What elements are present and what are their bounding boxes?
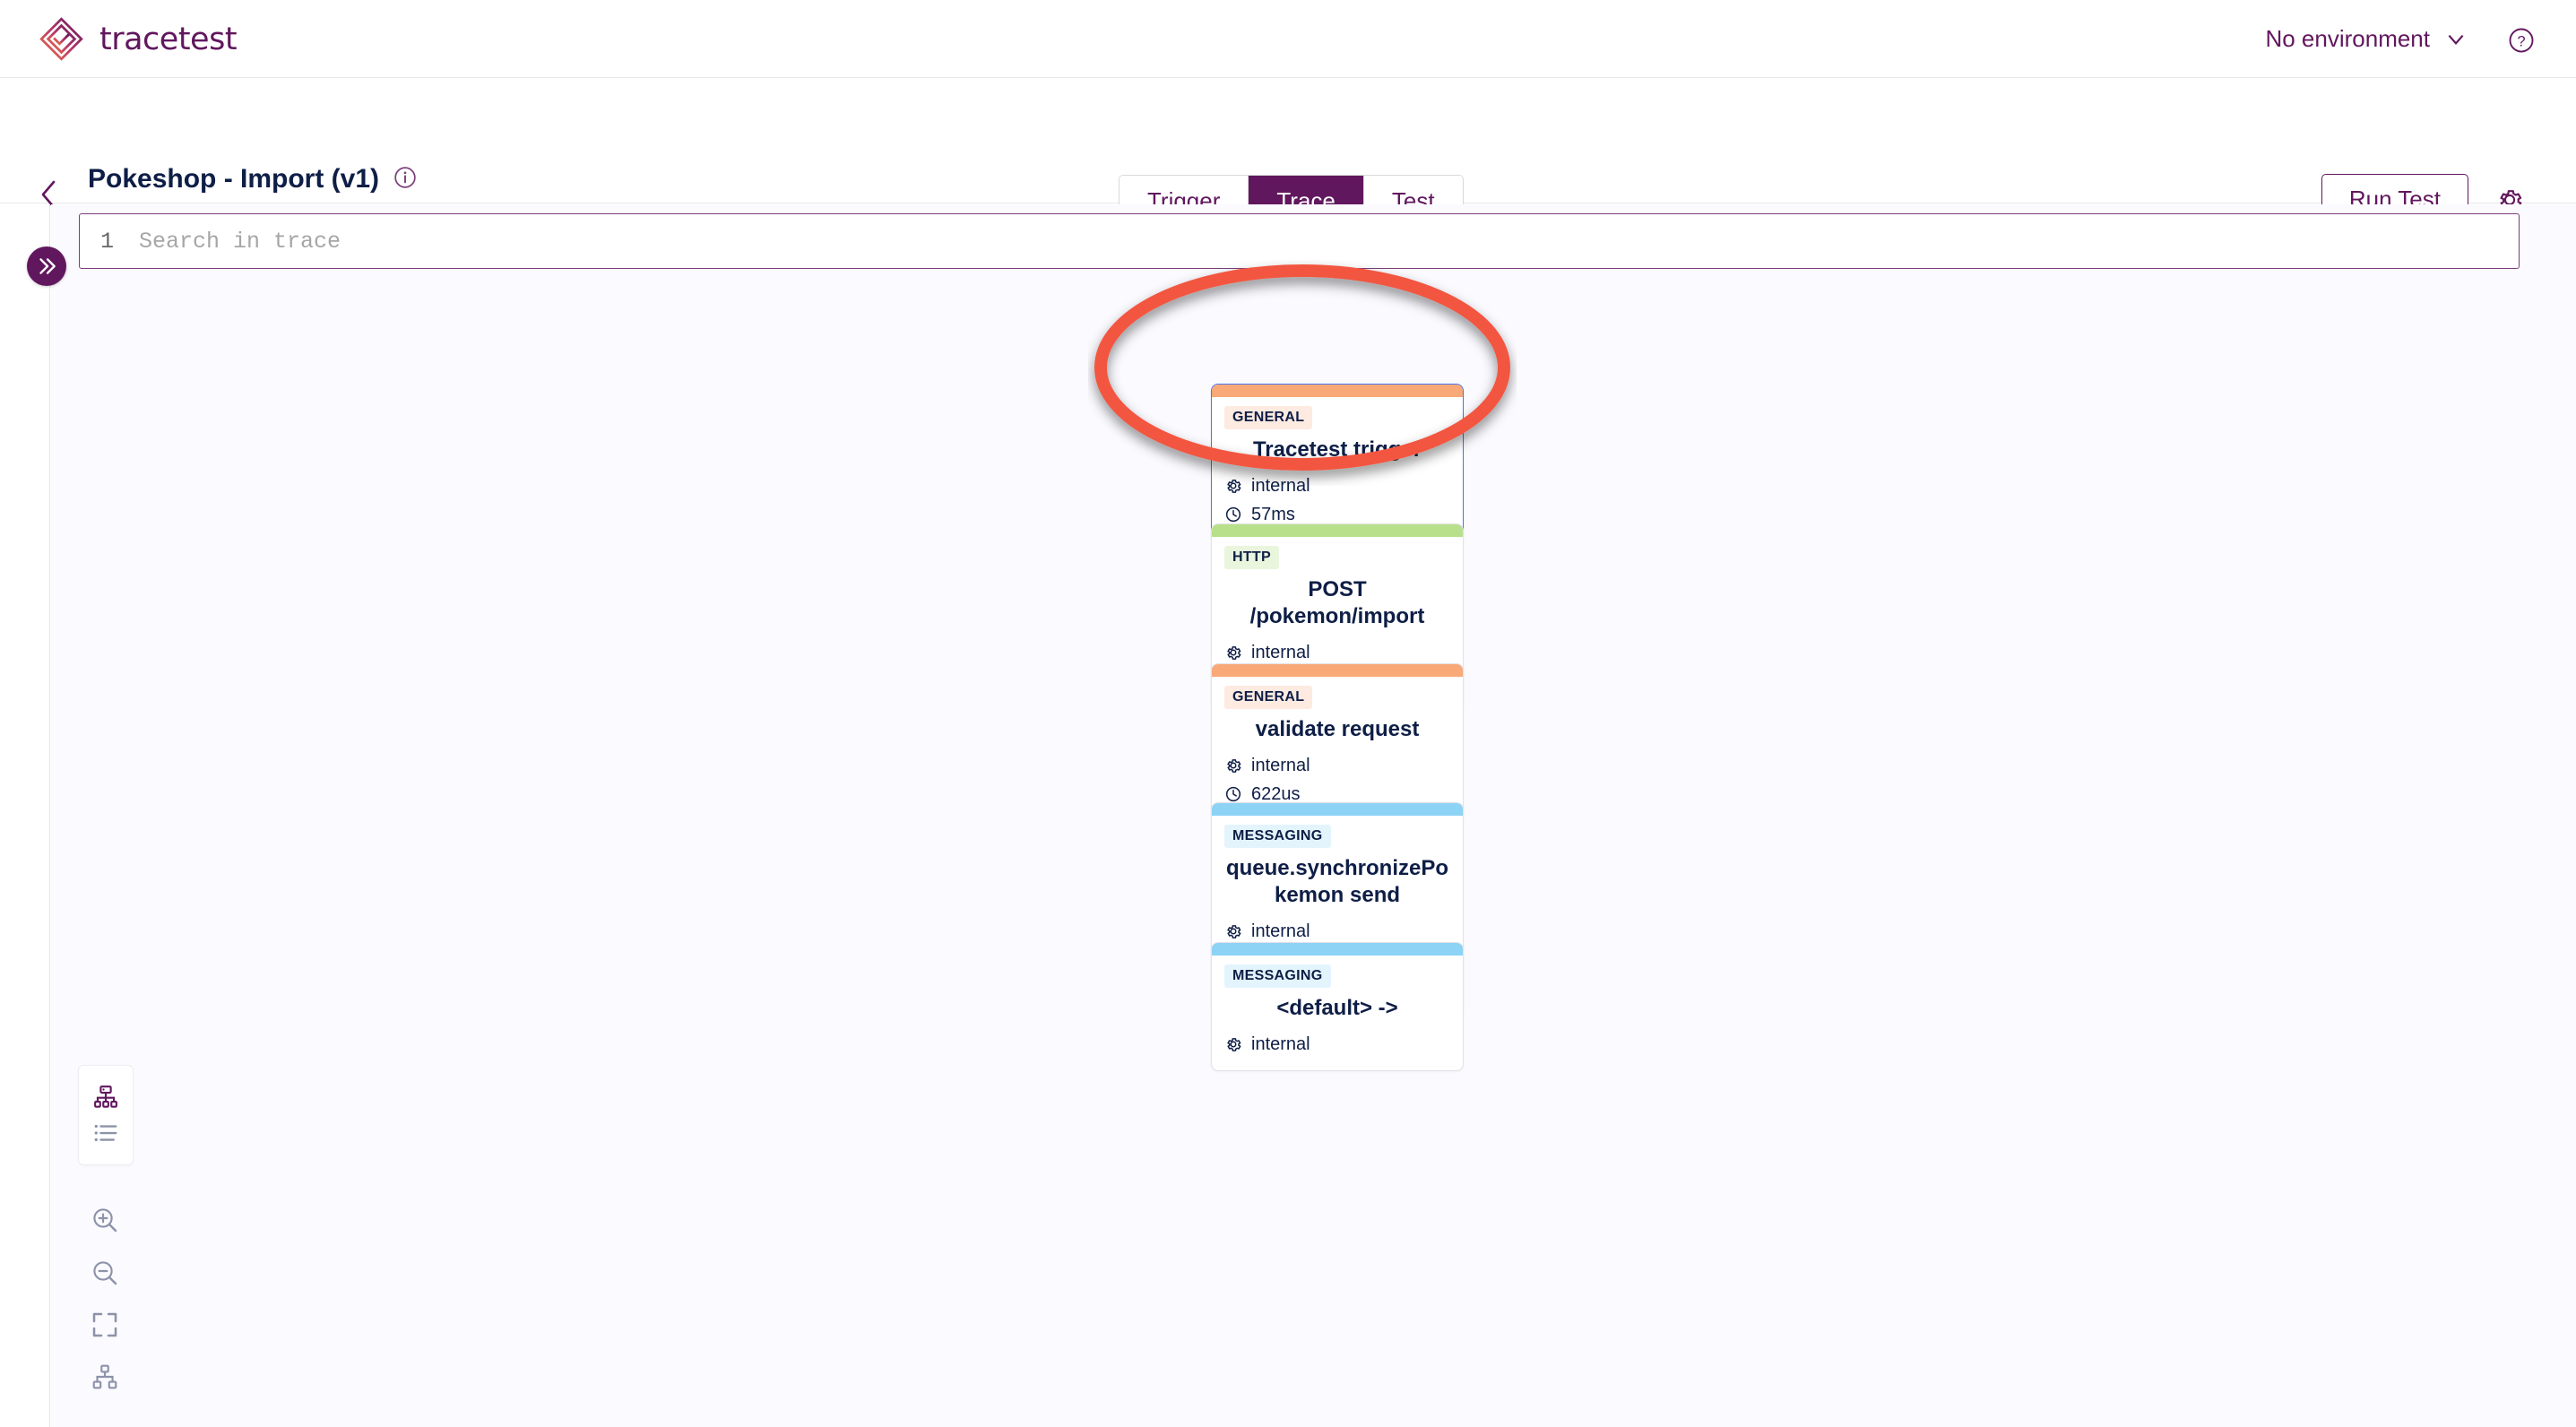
double-chevron-right-icon bbox=[35, 255, 58, 278]
node-body: GENERAL Tracetest trigger internal bbox=[1212, 397, 1463, 541]
gear-icon bbox=[1224, 477, 1242, 495]
trace-canvas[interactable]: 1 Search in trace bbox=[51, 204, 2576, 1427]
zoom-in-icon bbox=[91, 1206, 119, 1234]
node-type-bar bbox=[1212, 385, 1463, 397]
node-system-row: internal bbox=[1224, 918, 1450, 945]
list-view-icon bbox=[92, 1120, 119, 1146]
node-title: <default> -> bbox=[1224, 995, 1450, 1022]
app-root: tracetest No environment ? Pokeshop - Im… bbox=[0, 0, 2576, 1427]
help-button[interactable]: ? bbox=[2508, 27, 2535, 54]
node-system-row: internal bbox=[1224, 1031, 1450, 1058]
environment-selector[interactable]: No environment bbox=[2265, 0, 2468, 78]
node-type-badge: MESSAGING bbox=[1224, 825, 1331, 848]
node-system-label: internal bbox=[1251, 639, 1310, 666]
svg-text:?: ? bbox=[2517, 33, 2525, 49]
gear-icon bbox=[1224, 1035, 1242, 1053]
node-system-label: internal bbox=[1251, 472, 1310, 499]
search-placeholder: Search in trace bbox=[139, 229, 341, 255]
node-system-label: internal bbox=[1251, 1031, 1310, 1058]
node-type-badge: GENERAL bbox=[1224, 686, 1312, 709]
auto-layout-icon bbox=[91, 1362, 119, 1391]
fit-screen-button[interactable] bbox=[91, 1310, 119, 1339]
left-rail bbox=[0, 204, 50, 1427]
node-type-bar bbox=[1212, 664, 1463, 677]
node-title: validate request bbox=[1224, 716, 1450, 743]
node-system-label: internal bbox=[1251, 752, 1310, 779]
node-system-row: internal bbox=[1224, 752, 1450, 779]
tracetest-logo-icon bbox=[39, 16, 84, 62]
graph-view-button[interactable] bbox=[92, 1084, 119, 1111]
node-system-row: internal bbox=[1224, 472, 1450, 499]
node-title: Tracetest trigger bbox=[1224, 437, 1450, 463]
node-type-bar bbox=[1212, 943, 1463, 956]
node-system-label: internal bbox=[1251, 918, 1310, 945]
search-input[interactable]: 1 Search in trace bbox=[79, 213, 2520, 269]
brand-logo[interactable]: tracetest bbox=[39, 16, 237, 62]
gear-icon bbox=[1224, 757, 1242, 774]
node-body: MESSAGING <default> -> internal bbox=[1212, 956, 1463, 1070]
auto-layout-button[interactable] bbox=[91, 1362, 119, 1391]
view-toggle-group bbox=[78, 1065, 134, 1165]
node-meta: internal 57ms bbox=[1224, 472, 1450, 528]
clock-icon bbox=[1224, 785, 1242, 803]
graph-view-icon bbox=[92, 1084, 119, 1111]
test-info-button[interactable] bbox=[393, 166, 417, 189]
page-header: Pokeshop - Import (v1) HTTP • Ran 1 day … bbox=[0, 78, 2576, 203]
gear-icon bbox=[1224, 922, 1242, 940]
node-title: queue.synchronizePokemon send bbox=[1224, 855, 1450, 909]
editor-line-number: 1 bbox=[80, 229, 114, 255]
trace-node-default-arrow[interactable]: MESSAGING <default> -> internal bbox=[1211, 942, 1464, 1071]
brand-name: tracetest bbox=[99, 22, 237, 57]
node-type-badge: HTTP bbox=[1224, 546, 1279, 569]
question-circle-icon: ? bbox=[2508, 27, 2535, 54]
node-type-badge: GENERAL bbox=[1224, 406, 1312, 429]
node-meta: internal 622us bbox=[1224, 752, 1450, 808]
node-body: GENERAL validate request internal bbox=[1212, 677, 1463, 820]
node-title: POST /pokemon/import bbox=[1224, 576, 1450, 630]
node-type-badge: MESSAGING bbox=[1224, 964, 1331, 988]
trace-node-validate-request[interactable]: GENERAL validate request internal bbox=[1211, 663, 1464, 821]
node-meta: internal bbox=[1224, 1031, 1450, 1058]
node-type-bar bbox=[1212, 524, 1463, 537]
page-title: Pokeshop - Import (v1) bbox=[88, 164, 379, 195]
environment-label: No environment bbox=[2265, 25, 2430, 53]
node-type-bar bbox=[1212, 803, 1463, 816]
zoom-out-icon bbox=[91, 1258, 119, 1287]
info-circle-icon bbox=[393, 166, 417, 189]
zoom-out-button[interactable] bbox=[91, 1258, 119, 1287]
node-system-row: internal bbox=[1224, 639, 1450, 666]
fit-screen-icon bbox=[91, 1310, 119, 1339]
top-bar: tracetest No environment ? bbox=[0, 0, 2576, 78]
chevron-down-icon bbox=[2444, 28, 2468, 51]
gear-icon bbox=[1224, 644, 1242, 662]
trace-node-tracetest-trigger[interactable]: GENERAL Tracetest trigger internal bbox=[1211, 384, 1464, 541]
zoom-in-button[interactable] bbox=[91, 1206, 119, 1234]
list-view-button[interactable] bbox=[92, 1120, 119, 1146]
clock-icon bbox=[1224, 506, 1242, 523]
expand-panel-button[interactable] bbox=[27, 246, 66, 286]
